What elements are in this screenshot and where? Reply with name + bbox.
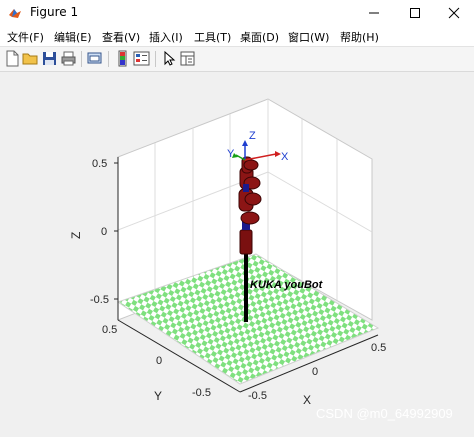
menu-desktop[interactable]: 桌面(D) xyxy=(240,29,279,45)
figure-toolbar xyxy=(0,47,474,72)
new-figure-icon[interactable] xyxy=(4,50,21,67)
print-icon[interactable] xyxy=(60,50,77,67)
robot-joint xyxy=(243,159,259,171)
menu-edit[interactable]: 编辑(E) xyxy=(54,29,92,45)
robot-joint xyxy=(244,192,262,206)
y-axis-label: Y xyxy=(154,389,162,403)
z-tick-label: 0 xyxy=(101,226,107,238)
y-tick-label: -0.5 xyxy=(192,387,211,399)
axes-3d[interactable]: 0.5 0 -0.5 Z 0.5 0 -0.5 Y -0.5 0 0.5 X Z… xyxy=(0,72,474,433)
minimize-icon xyxy=(369,12,379,14)
insert-legend-icon[interactable] xyxy=(133,50,150,67)
robot-label: KUKA youBot xyxy=(250,279,324,291)
menu-insert[interactable]: 插入(I) xyxy=(149,29,183,45)
z-tick-label: 0.5 xyxy=(92,158,107,170)
x-tick-label: 0 xyxy=(312,366,318,378)
y-tick-label: 0 xyxy=(156,355,162,367)
title-bar: Figure 1 xyxy=(0,0,474,26)
watermark: CSDN @m0_64992909 xyxy=(316,406,453,421)
y-tick-label: 0.5 xyxy=(102,324,117,336)
x-axis-label: X xyxy=(303,393,311,407)
minimize-button[interactable] xyxy=(354,0,394,26)
x-tick-label: -0.5 xyxy=(248,390,267,402)
frame-x-label: X xyxy=(281,151,289,163)
figure-canvas[interactable]: 0.5 0 -0.5 Z 0.5 0 -0.5 Y -0.5 0 0.5 X Z… xyxy=(0,72,474,433)
robot-joint xyxy=(240,211,260,225)
x-tick-label: 0.5 xyxy=(371,342,386,354)
robot-joint xyxy=(243,184,249,192)
open-file-icon[interactable] xyxy=(22,50,39,67)
frame-y-label: Y xyxy=(227,148,235,160)
menu-window[interactable]: 窗口(W) xyxy=(288,29,329,45)
menu-file[interactable]: 文件(F) xyxy=(7,29,44,45)
robot-link xyxy=(239,229,253,255)
frame-z-label: Z xyxy=(249,130,256,142)
maximize-button[interactable] xyxy=(395,0,435,26)
z-tick-label: -0.5 xyxy=(90,294,109,306)
z-axis-ticks xyxy=(114,162,118,300)
close-icon xyxy=(448,7,460,19)
z-axis-label: Z xyxy=(69,232,83,239)
menu-tools[interactable]: 工具(T) xyxy=(194,29,231,45)
link-plot-icon[interactable] xyxy=(86,50,103,67)
menu-bar: 文件(F) 编辑(E) 查看(V) 插入(I) 工具(T) 桌面(D) 窗口(W… xyxy=(0,26,474,47)
maximize-icon xyxy=(410,8,420,18)
toolbar-separator xyxy=(108,51,109,67)
window-title: Figure 1 xyxy=(30,5,79,19)
close-button[interactable] xyxy=(434,0,474,26)
property-inspector-icon[interactable] xyxy=(179,50,196,67)
menu-help[interactable]: 帮助(H) xyxy=(340,29,379,45)
toolbar-separator xyxy=(155,51,156,67)
save-icon[interactable] xyxy=(41,50,58,67)
menu-view[interactable]: 查看(V) xyxy=(102,29,140,45)
matlab-logo-icon xyxy=(9,9,21,18)
insert-colorbar-icon[interactable] xyxy=(114,50,131,67)
toolbar-separator xyxy=(81,51,82,67)
edit-plot-icon[interactable] xyxy=(161,50,178,67)
